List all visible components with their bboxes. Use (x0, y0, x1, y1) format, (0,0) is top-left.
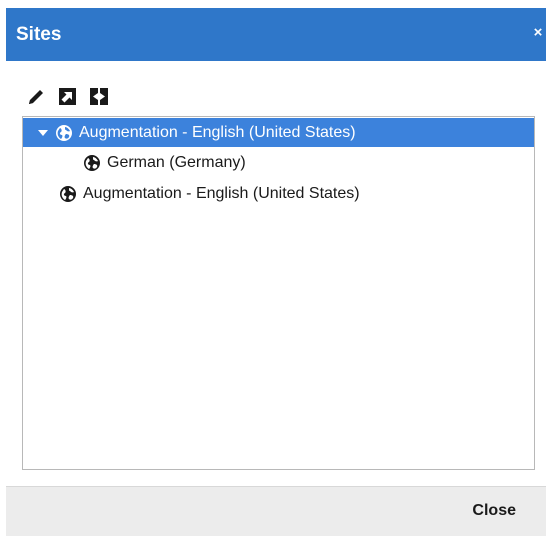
dialog-title: Sites (16, 24, 62, 45)
pencil-icon (29, 89, 43, 104)
sites-tree: Augmentation - English (United States) G… (22, 116, 535, 470)
dialog-titlebar: Sites × (6, 8, 546, 61)
tree-node[interactable]: Augmentation - English (United States) (23, 179, 534, 208)
open-button[interactable] (57, 86, 78, 106)
globe-icon (56, 124, 72, 141)
tree-node-label: German (Germany) (107, 153, 246, 171)
tree-node-label: Augmentation - English (United States) (83, 184, 360, 202)
edit-button[interactable] (26, 86, 47, 106)
tree-node[interactable]: German (Germany) (23, 148, 534, 177)
dialog-footer: Close (6, 486, 546, 536)
sites-dialog: Sites × Augmentation - English (United S… (0, 0, 546, 536)
globe-icon (84, 154, 100, 171)
external-link-icon (59, 87, 76, 105)
caret-down-icon[interactable] (37, 127, 49, 139)
tree-toolbar (26, 86, 109, 106)
tree-node[interactable]: Augmentation - English (United States) (23, 118, 534, 147)
close-icon[interactable]: × (532, 25, 544, 40)
tree-node-label: Augmentation - English (United States) (79, 123, 356, 141)
globe-icon (60, 185, 76, 202)
move-button[interactable] (88, 86, 109, 106)
move-icon (89, 87, 108, 105)
close-button[interactable]: Close (472, 502, 516, 520)
